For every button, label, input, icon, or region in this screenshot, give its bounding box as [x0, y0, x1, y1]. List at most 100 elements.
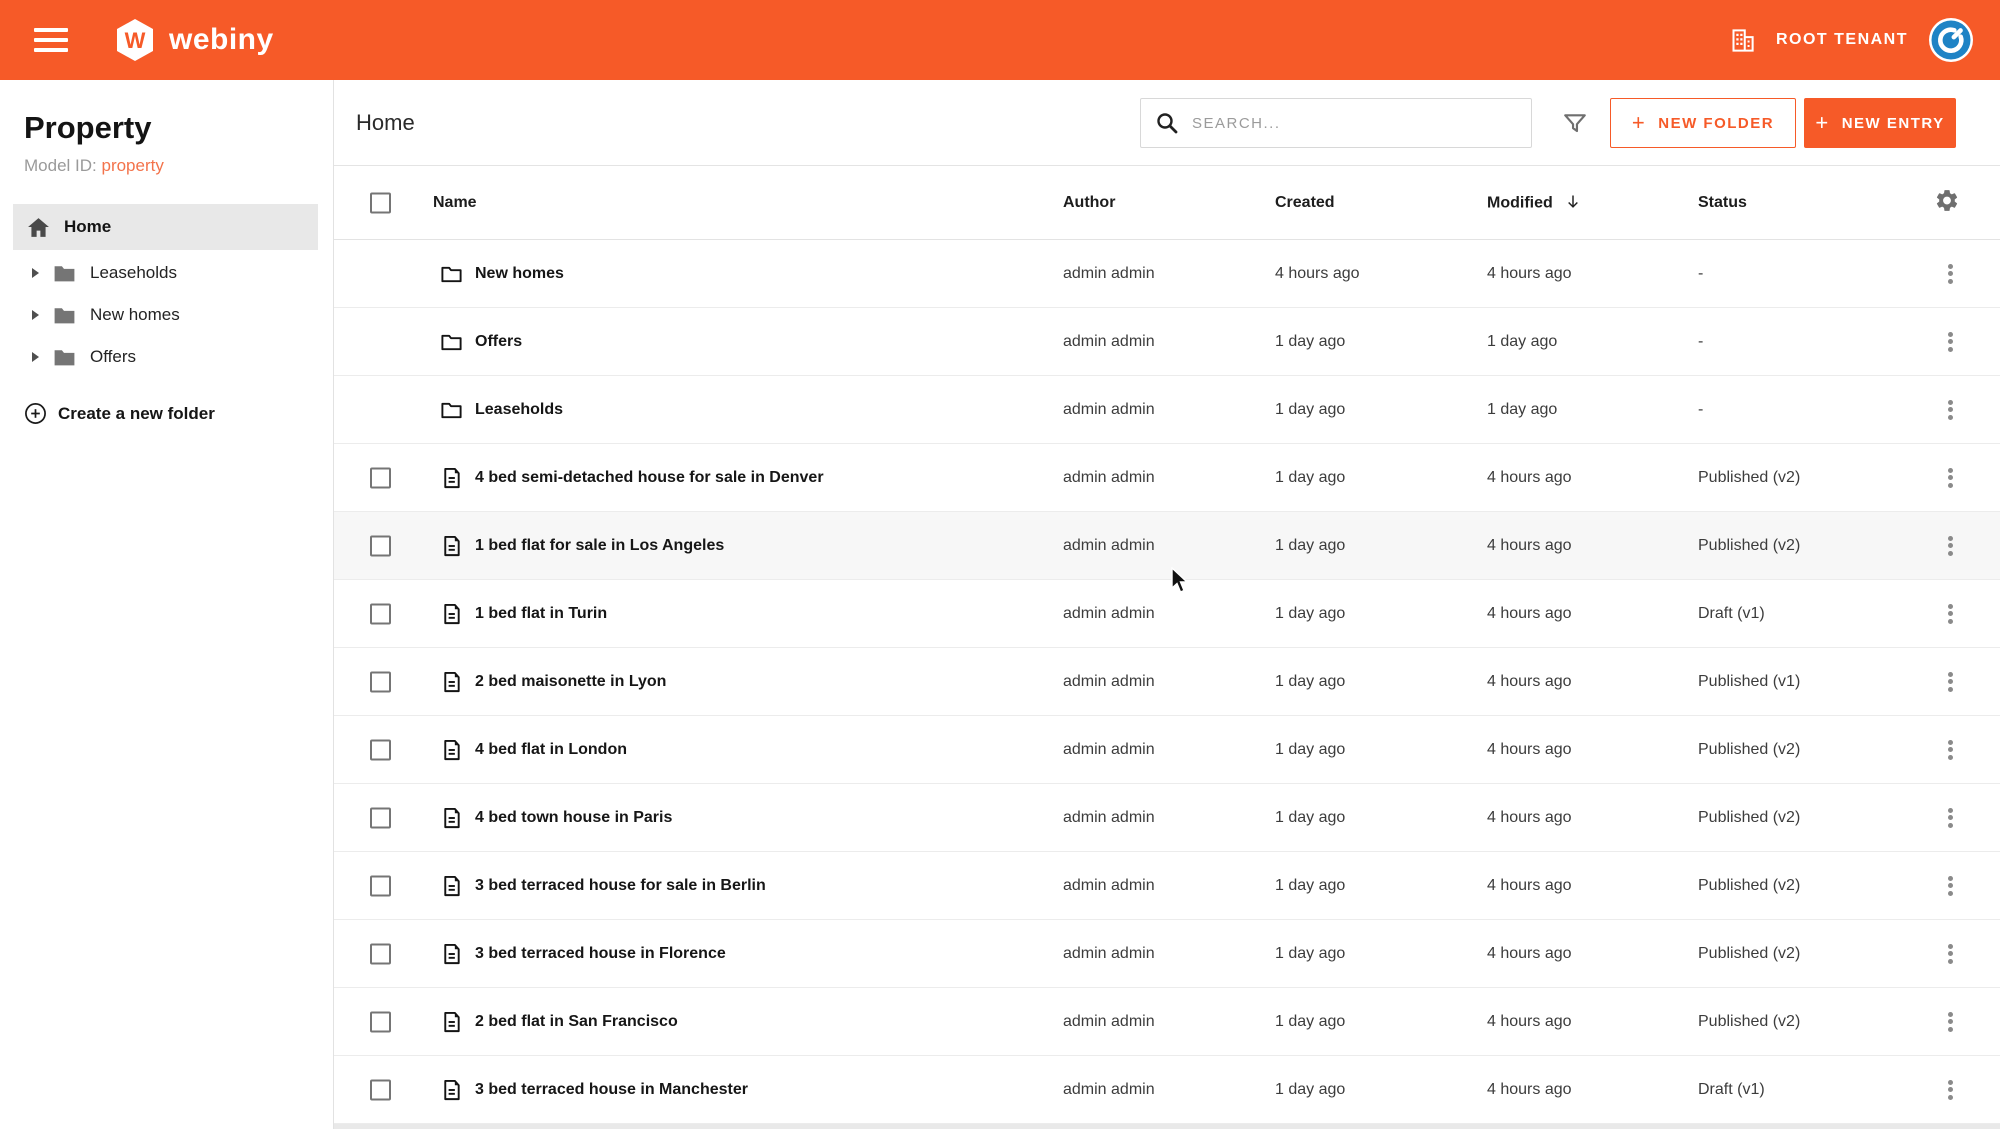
- column-header-modified[interactable]: Modified: [1487, 193, 1581, 212]
- sidebar-item-new-homes[interactable]: New homes: [0, 294, 333, 336]
- entry-name[interactable]: 4 bed semi-detached house for sale in De…: [475, 469, 824, 487]
- entry-author: admin admin: [1063, 265, 1155, 283]
- entry-modified: 4 hours ago: [1487, 605, 1572, 623]
- row-checkbox[interactable]: [370, 467, 391, 488]
- user-avatar[interactable]: [1928, 17, 1974, 63]
- filter-funnel-icon[interactable]: [1562, 111, 1588, 137]
- webiny-logo[interactable]: W webiny: [112, 17, 274, 63]
- column-header-status[interactable]: Status: [1698, 194, 1747, 212]
- search-box[interactable]: [1140, 98, 1532, 148]
- model-id-value[interactable]: property: [101, 156, 163, 175]
- table-row-folder[interactable]: Offers admin admin 1 day ago 1 day ago -: [334, 308, 2000, 376]
- create-new-folder-label: Create a new folder: [58, 404, 215, 424]
- entry-name[interactable]: New homes: [475, 265, 564, 283]
- entry-modified: 4 hours ago: [1487, 877, 1572, 895]
- row-checkbox[interactable]: [370, 739, 391, 760]
- search-icon: [1155, 111, 1179, 135]
- row-actions-kebab[interactable]: [1940, 872, 1960, 900]
- table-row-entry[interactable]: 2 bed maisonette in Lyon admin admin 1 d…: [334, 648, 2000, 716]
- table-row-entry[interactable]: 1 bed flat in Turin admin admin 1 day ag…: [334, 580, 2000, 648]
- entry-modified: 4 hours ago: [1487, 537, 1572, 555]
- entry-name[interactable]: 2 bed flat in San Francisco: [475, 1013, 678, 1031]
- entry-status: Published (v2): [1698, 741, 1800, 759]
- new-entry-button[interactable]: + NEW ENTRY: [1804, 98, 1956, 148]
- row-checkbox[interactable]: [370, 1011, 391, 1032]
- table-row-entry[interactable]: 3 bed terraced house for sale in Berlin …: [334, 852, 2000, 920]
- row-actions-kebab[interactable]: [1940, 464, 1960, 492]
- table-row-folder[interactable]: Leaseholds admin admin 1 day ago 1 day a…: [334, 376, 2000, 444]
- entry-author: admin admin: [1063, 605, 1155, 623]
- row-actions-kebab[interactable]: [1940, 940, 1960, 968]
- column-header-author[interactable]: Author: [1063, 194, 1115, 212]
- table-row-entry[interactable]: 3 bed terraced house in Manchester admin…: [334, 1056, 2000, 1124]
- model-id-label: Model ID:: [24, 156, 97, 175]
- column-header-name[interactable]: Name: [433, 194, 477, 212]
- entry-name[interactable]: 2 bed maisonette in Lyon: [475, 673, 666, 691]
- entry-created: 1 day ago: [1275, 1081, 1345, 1099]
- entry-author: admin admin: [1063, 741, 1155, 759]
- entry-name[interactable]: 3 bed terraced house in Manchester: [475, 1081, 748, 1099]
- entry-name[interactable]: 4 bed town house in Paris: [475, 809, 672, 827]
- sidebar-item-offers[interactable]: Offers: [0, 336, 333, 378]
- new-folder-button[interactable]: + NEW FOLDER: [1610, 98, 1796, 148]
- entry-modified: 4 hours ago: [1487, 1013, 1572, 1031]
- table-row-entry[interactable]: 4 bed semi-detached house for sale in De…: [334, 444, 2000, 512]
- row-checkbox[interactable]: [370, 1079, 391, 1100]
- row-actions-kebab[interactable]: [1940, 736, 1960, 764]
- entry-name[interactable]: 1 bed flat for sale in Los Angeles: [475, 537, 724, 555]
- entry-status: Draft (v1): [1698, 1081, 1765, 1099]
- row-actions-kebab[interactable]: [1940, 668, 1960, 696]
- chevron-right-icon[interactable]: [32, 352, 39, 362]
- entry-name[interactable]: Leaseholds: [475, 401, 563, 419]
- entry-author: admin admin: [1063, 1013, 1155, 1031]
- row-checkbox[interactable]: [370, 671, 391, 692]
- entry-name[interactable]: Offers: [475, 333, 522, 351]
- folder-tree: Home Leaseholds New homes Offers: [0, 204, 333, 378]
- hamburger-menu-icon[interactable]: [34, 28, 68, 52]
- entry-name[interactable]: 1 bed flat in Turin: [475, 605, 607, 623]
- row-actions-kebab[interactable]: [1940, 1076, 1960, 1104]
- table-row-entry[interactable]: 1 bed flat for sale in Los Angeles admin…: [334, 512, 2000, 580]
- search-input[interactable]: [1192, 115, 1519, 132]
- entry-status: Published (v2): [1698, 469, 1800, 487]
- row-actions-kebab[interactable]: [1940, 260, 1960, 288]
- row-actions-kebab[interactable]: [1940, 600, 1960, 628]
- column-header-created[interactable]: Created: [1275, 194, 1335, 212]
- document-icon: [440, 874, 463, 897]
- select-all-checkbox[interactable]: [370, 192, 391, 213]
- table-row-entry[interactable]: 4 bed town house in Paris admin admin 1 …: [334, 784, 2000, 852]
- row-actions-kebab[interactable]: [1940, 804, 1960, 832]
- row-actions-kebab[interactable]: [1940, 1008, 1960, 1036]
- create-new-folder-button[interactable]: Create a new folder: [24, 402, 333, 425]
- table-settings-gear-icon[interactable]: [1934, 187, 1960, 218]
- row-checkbox[interactable]: [370, 535, 391, 556]
- model-title: Property: [24, 110, 333, 146]
- row-checkbox[interactable]: [370, 875, 391, 896]
- chevron-right-icon[interactable]: [32, 268, 39, 278]
- table-row-entry[interactable]: 4 bed flat in London admin admin 1 day a…: [334, 716, 2000, 784]
- sidebar-item-home[interactable]: Home: [13, 204, 318, 250]
- new-entry-button-label: NEW ENTRY: [1842, 115, 1945, 132]
- entry-modified: 1 day ago: [1487, 333, 1557, 351]
- row-checkbox[interactable]: [370, 807, 391, 828]
- entry-created: 1 day ago: [1275, 537, 1345, 555]
- entry-name[interactable]: 4 bed flat in London: [475, 741, 627, 759]
- sidebar-item-leaseholds[interactable]: Leaseholds: [0, 252, 333, 294]
- row-actions-kebab[interactable]: [1940, 396, 1960, 424]
- row-actions-kebab[interactable]: [1940, 328, 1960, 356]
- folder-icon: [52, 261, 77, 286]
- chevron-right-icon[interactable]: [32, 310, 39, 320]
- row-checkbox[interactable]: [370, 603, 391, 624]
- document-icon: [440, 942, 463, 965]
- row-actions-kebab[interactable]: [1940, 532, 1960, 560]
- bottom-strip: [334, 1124, 2000, 1129]
- table-row-entry[interactable]: 2 bed flat in San Francisco admin admin …: [334, 988, 2000, 1056]
- entry-name[interactable]: 3 bed terraced house in Florence: [475, 945, 726, 963]
- model-id: Model ID: property: [24, 156, 333, 176]
- entry-name[interactable]: 3 bed terraced house for sale in Berlin: [475, 877, 766, 895]
- table-row-folder[interactable]: New homes admin admin 4 hours ago 4 hour…: [334, 240, 2000, 308]
- row-checkbox[interactable]: [370, 943, 391, 964]
- entry-modified: 4 hours ago: [1487, 741, 1572, 759]
- document-icon: [440, 466, 463, 489]
- table-row-entry[interactable]: 3 bed terraced house in Florence admin a…: [334, 920, 2000, 988]
